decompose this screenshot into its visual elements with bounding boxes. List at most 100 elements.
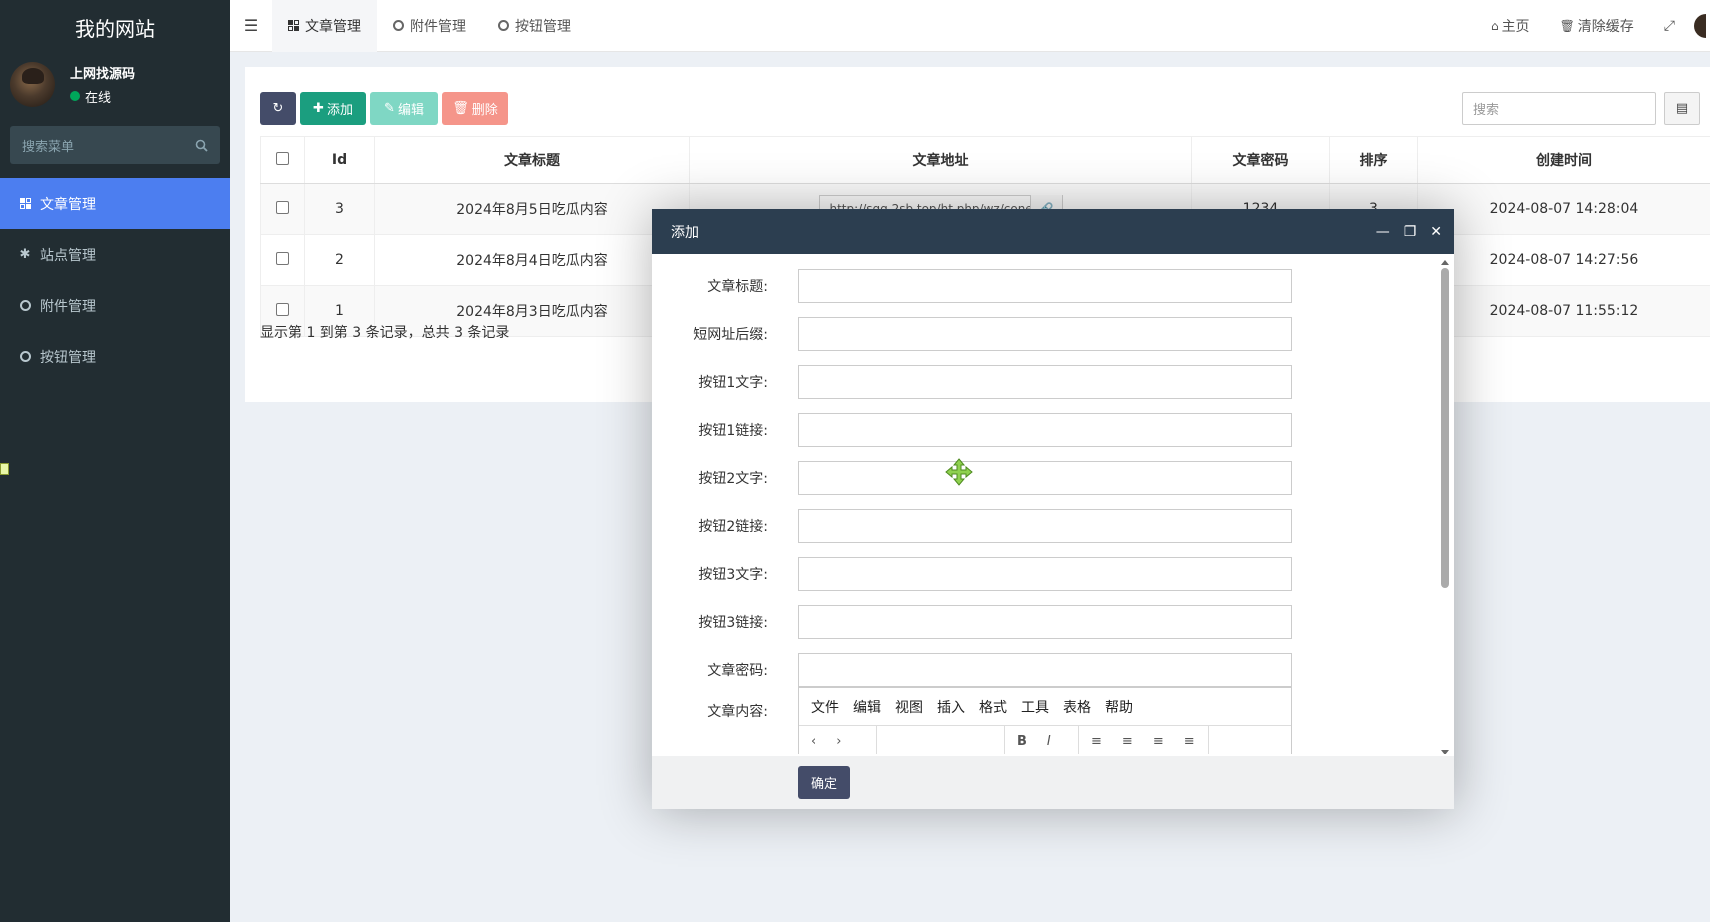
home-link[interactable]: ⌂ 主页: [1476, 16, 1545, 36]
trash-icon: 🗑: [452, 101, 469, 116]
editor-menubar: 文件 编辑 视图 插入 格式 工具 表格 帮助: [799, 688, 1291, 726]
refresh-icon: ↻: [272, 101, 284, 116]
dialog-footer: 确定: [652, 756, 1454, 809]
button2-text-input[interactable]: [798, 461, 1292, 495]
scrollbar-thumb[interactable]: [1441, 268, 1449, 588]
pencil-icon: ✎: [384, 101, 395, 116]
confirm-button[interactable]: 确定: [798, 766, 850, 799]
list-icon: ▤: [1675, 101, 1689, 116]
align-center-icon[interactable]: ≡: [1122, 734, 1133, 749]
column-header[interactable]: 文章标题: [374, 136, 690, 184]
editor-menu-edit[interactable]: 编辑: [853, 697, 881, 717]
menu-toggle-icon[interactable]: ☰: [230, 0, 272, 52]
field-label: 按钮1链接:: [698, 423, 768, 439]
form-row-button1-link: 按钮1链接:: [652, 413, 1454, 447]
table-search-input[interactable]: 搜索: [1462, 92, 1656, 125]
button1-link-input[interactable]: [798, 413, 1292, 447]
sidebar-search-placeholder: 搜索菜单: [22, 139, 75, 155]
align-right-icon[interactable]: ≡: [1153, 734, 1164, 749]
cell-id: 2: [304, 234, 375, 286]
field-label: 文章密码:: [707, 663, 768, 679]
editor-menu-format[interactable]: 格式: [979, 697, 1007, 717]
row-checkbox[interactable]: [276, 251, 289, 265]
column-header[interactable]: 排序: [1329, 136, 1418, 184]
user-menu-avatar[interactable]: [1690, 13, 1710, 38]
minimize-icon[interactable]: —: [1376, 224, 1390, 240]
editor-menu-view[interactable]: 视图: [895, 697, 923, 717]
circle-icon: [498, 20, 509, 31]
short-url-input[interactable]: [798, 317, 1292, 351]
column-header[interactable]: Id: [304, 136, 375, 184]
editor-menu-file[interactable]: 文件: [811, 697, 839, 717]
select-all-header[interactable]: [260, 136, 305, 184]
cell-created: 2024-08-07 14:28:04: [1417, 183, 1710, 235]
tab-label: 按钮管理: [515, 18, 571, 35]
close-icon[interactable]: ✕: [1430, 224, 1442, 240]
fullscreen-icon[interactable]: ⤢: [1649, 18, 1690, 34]
edge-marker: [0, 463, 9, 475]
column-header[interactable]: 创建时间: [1417, 136, 1710, 184]
button2-link-input[interactable]: [798, 509, 1292, 543]
sidebar-item-buttons[interactable]: 按钮管理: [0, 331, 230, 382]
redo-icon[interactable]: ›: [836, 734, 841, 749]
sidebar-item-attachments[interactable]: 附件管理: [0, 280, 230, 331]
article-password-input[interactable]: [798, 653, 1292, 687]
move-cursor-icon: [945, 458, 973, 486]
clear-cache-link[interactable]: 🗑 清除缓存: [1545, 16, 1649, 36]
button3-text-input[interactable]: [798, 557, 1292, 591]
dialog-title-bar[interactable]: 添加 — ❐ ✕: [652, 209, 1454, 254]
editor-menu-tools[interactable]: 工具: [1021, 697, 1049, 717]
sidebar-search-input[interactable]: 搜索菜单: [10, 126, 220, 164]
editor-menu-help[interactable]: 帮助: [1105, 697, 1133, 717]
tab-buttons[interactable]: 按钮管理: [482, 0, 587, 52]
plus-icon: ✚: [313, 101, 324, 116]
editor-menu-insert[interactable]: 插入: [937, 697, 965, 717]
trash-icon: 🗑: [1559, 18, 1575, 33]
column-header[interactable]: 文章密码: [1191, 136, 1330, 184]
sidebar-item-articles[interactable]: 文章管理: [0, 178, 230, 229]
user-name: 上网找源码: [70, 66, 136, 82]
online-dot-icon: [70, 91, 80, 101]
italic-icon[interactable]: I: [1047, 734, 1051, 749]
cell-created: 2024-08-07 14:27:56: [1417, 234, 1710, 286]
form-row-title: 文章标题:: [652, 269, 1454, 303]
align-justify-icon[interactable]: ≡: [1184, 734, 1195, 749]
editor-menu-table[interactable]: 表格: [1063, 697, 1091, 717]
sidebar-item-label: 文章管理: [40, 196, 96, 213]
home-label: 主页: [1501, 18, 1530, 35]
gear-icon: ✱: [19, 247, 31, 262]
clear-cache-label: 清除缓存: [1577, 18, 1634, 35]
bold-icon[interactable]: B: [1017, 734, 1027, 749]
circle-icon: [393, 20, 404, 31]
refresh-button[interactable]: ↻: [260, 92, 296, 125]
search-icon[interactable]: [195, 139, 208, 152]
row-checkbox[interactable]: [276, 200, 289, 214]
article-title-input[interactable]: [798, 269, 1292, 303]
button3-link-input[interactable]: [798, 605, 1292, 639]
rich-text-editor[interactable]: 文件 编辑 视图 插入 格式 工具 表格 帮助 ‹ › B I ≡ ≡ ≡ ≡: [798, 687, 1292, 754]
dialog-scrollbar[interactable]: [1438, 254, 1452, 754]
button1-text-input[interactable]: [798, 365, 1292, 399]
sidebar-item-sites[interactable]: ✱ 站点管理: [0, 229, 230, 280]
field-label: 按钮2文字:: [698, 471, 768, 487]
tab-articles[interactable]: 文章管理: [272, 0, 377, 52]
sidebar-item-label: 站点管理: [40, 247, 96, 264]
tab-attachments[interactable]: 附件管理: [377, 0, 482, 52]
sidebar-item-label: 按钮管理: [40, 349, 96, 366]
cell-created: 2024-08-07 11:55:12: [1417, 285, 1710, 337]
scroll-down-arrow-icon[interactable]: [1441, 750, 1449, 754]
edit-button[interactable]: ✎ 编辑: [370, 92, 438, 125]
column-header[interactable]: 文章地址: [689, 136, 1192, 184]
undo-icon[interactable]: ‹: [811, 734, 816, 749]
add-button[interactable]: ✚ 添加: [300, 92, 366, 125]
align-left-icon[interactable]: ≡: [1091, 734, 1102, 749]
form-row-short-url: 短网址后缀:: [652, 317, 1454, 351]
row-checkbox[interactable]: [276, 302, 289, 316]
scroll-up-arrow-icon[interactable]: [1441, 260, 1449, 265]
site-logo[interactable]: 我的网站: [0, 0, 230, 54]
maximize-icon[interactable]: ❐: [1404, 224, 1417, 240]
delete-button[interactable]: 🗑 删除: [442, 92, 508, 125]
select-all-checkbox[interactable]: [276, 151, 289, 165]
avatar-small: [1694, 13, 1706, 38]
toggle-view-button[interactable]: ▤: [1664, 92, 1700, 125]
